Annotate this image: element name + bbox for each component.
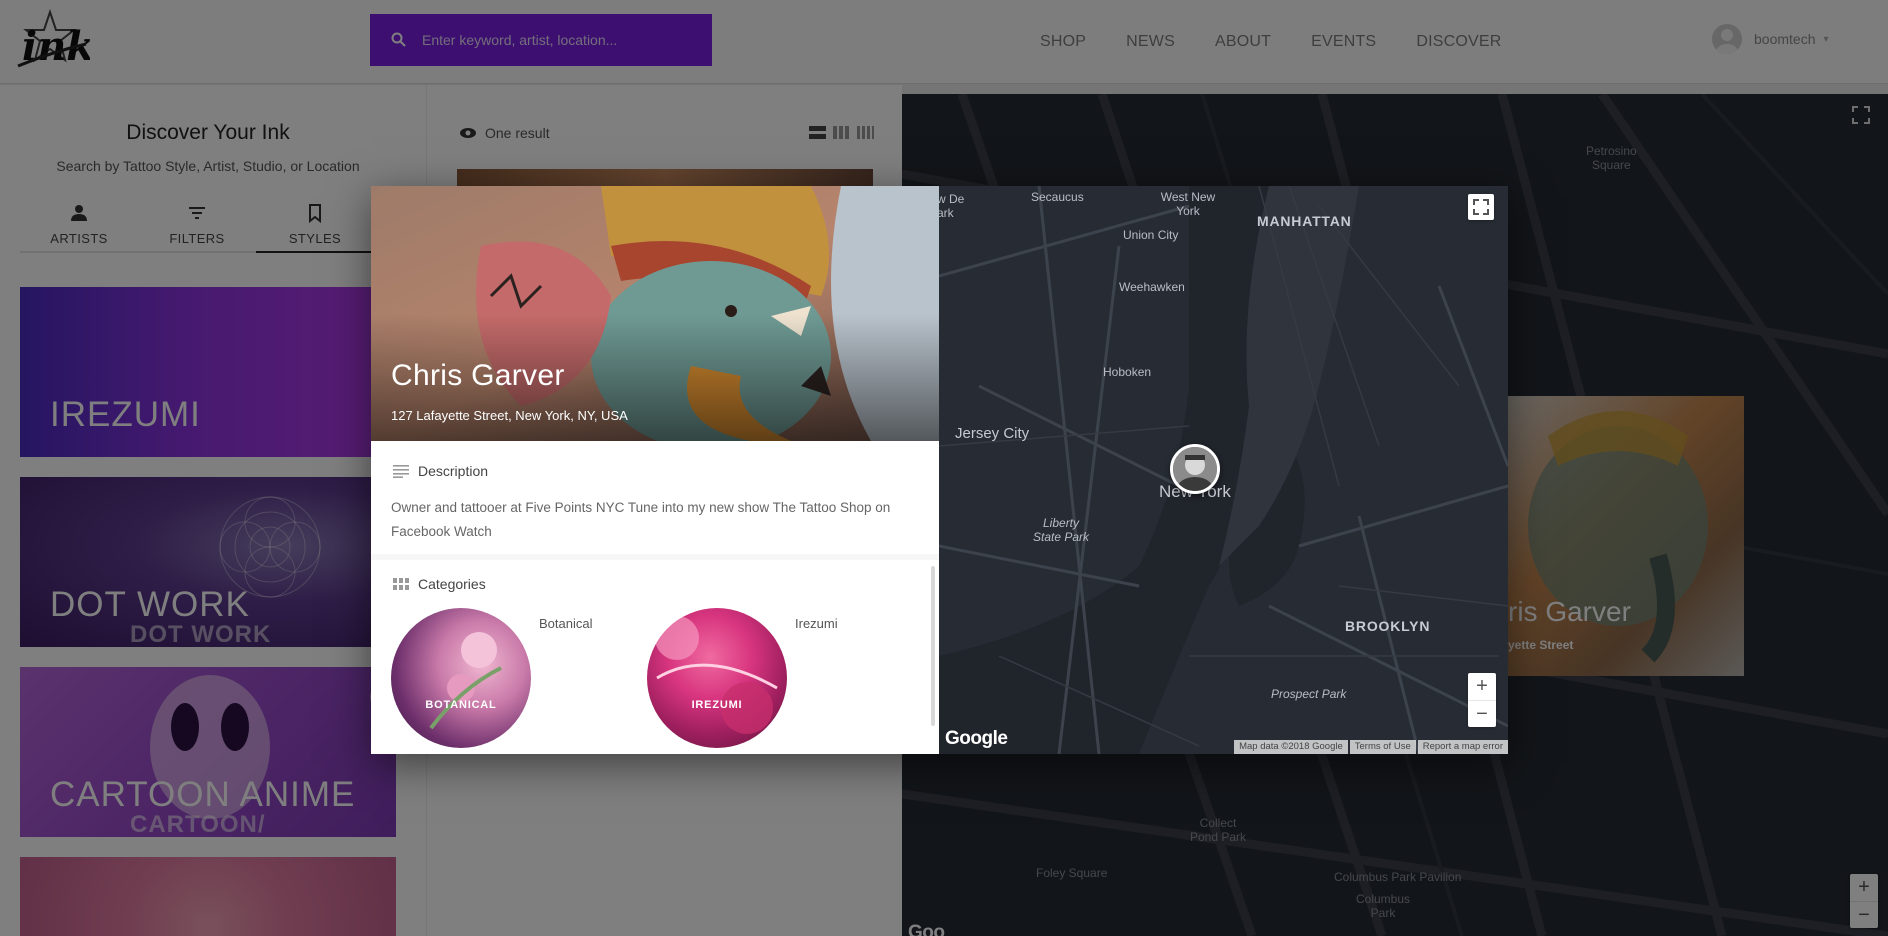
details-scrollbar[interactable] [931, 566, 935, 726]
map-fullscreen-button[interactable] [1468, 194, 1494, 220]
category-badge-text: BOTANICAL [425, 699, 497, 711]
category-badge-text: IREZUMI [691, 699, 743, 711]
map-attribution: Map data ©2018 Google Terms of Use Repor… [1232, 740, 1508, 754]
elephant-tattoo-photo [371, 186, 939, 441]
artist-description: Owner and tattooer at Five Points NYC Tu… [391, 500, 891, 539]
map-label-de-park: w De ark [939, 192, 965, 220]
google-logo: Google [945, 728, 1008, 749]
artist-location-map[interactable]: w De ark Secaucus West New York MANHATTA… [939, 186, 1508, 754]
map-data-credit: Map data ©2018 Google [1234, 740, 1348, 754]
map-streets [939, 186, 1508, 754]
artist-map-marker[interactable] [1170, 444, 1220, 494]
categories-heading: Categories [393, 576, 486, 592]
category-irezumi-label: Irezumi [795, 616, 838, 631]
category-botanical-image: BOTANICAL [391, 608, 531, 748]
map-label-secaucus: Secaucus [1031, 190, 1084, 204]
artist-name: Chris Garver [391, 359, 565, 392]
map-label-brooklyn: BROOKLYN [1345, 618, 1431, 634]
category-botanical[interactable]: BOTANICAL Botanical [391, 608, 631, 754]
category-irezumi[interactable]: IREZUMI Irezumi [647, 608, 887, 754]
report-map-error-link[interactable]: Report a map error [1417, 740, 1508, 754]
section-divider [371, 554, 939, 560]
botanical-flower-image [429, 632, 502, 730]
irezumi-koi-image [655, 616, 778, 734]
map-label-weehawken: Weehawken [1119, 280, 1185, 294]
artist-modal: Chris Garver 127 Lafayette Street, New Y… [371, 186, 1508, 754]
map-zoom-in-button[interactable]: + [1468, 673, 1496, 700]
fullscreen-icon [1473, 199, 1489, 215]
categories-heading-text: Categories [418, 576, 486, 592]
artist-hero-image: Chris Garver 127 Lafayette Street, New Y… [371, 186, 939, 441]
map-label-union-city: Union City [1123, 228, 1179, 242]
map-label-liberty-state-park: Liberty State Park [1033, 516, 1090, 544]
category-botanical-label: Botanical [539, 616, 593, 631]
map-label-west-new-york: West New York [1160, 190, 1216, 218]
artist-details-pane: Chris Garver 127 Lafayette Street, New Y… [371, 186, 939, 754]
map-zoom-out-button[interactable]: − [1468, 700, 1496, 727]
terms-of-use-link[interactable]: Terms of Use [1349, 740, 1416, 754]
artist-avatar-icon [1173, 447, 1217, 491]
map-label-prospect-park: Prospect Park [1271, 687, 1347, 701]
notes-icon [393, 465, 409, 478]
map-zoom-controls: + − [1468, 673, 1496, 727]
grid-icon [393, 578, 409, 590]
map-label-manhattan: MANHATTAN [1257, 213, 1352, 229]
category-irezumi-image: IREZUMI [647, 608, 787, 748]
map-label-hoboken: Hoboken [1103, 365, 1152, 379]
map-label-jersey-city: Jersey City [955, 425, 1030, 442]
artist-address: 127 Lafayette Street, New York, NY, USA [391, 408, 628, 423]
description-heading-text: Description [418, 463, 489, 479]
description-heading: Description [393, 463, 488, 479]
